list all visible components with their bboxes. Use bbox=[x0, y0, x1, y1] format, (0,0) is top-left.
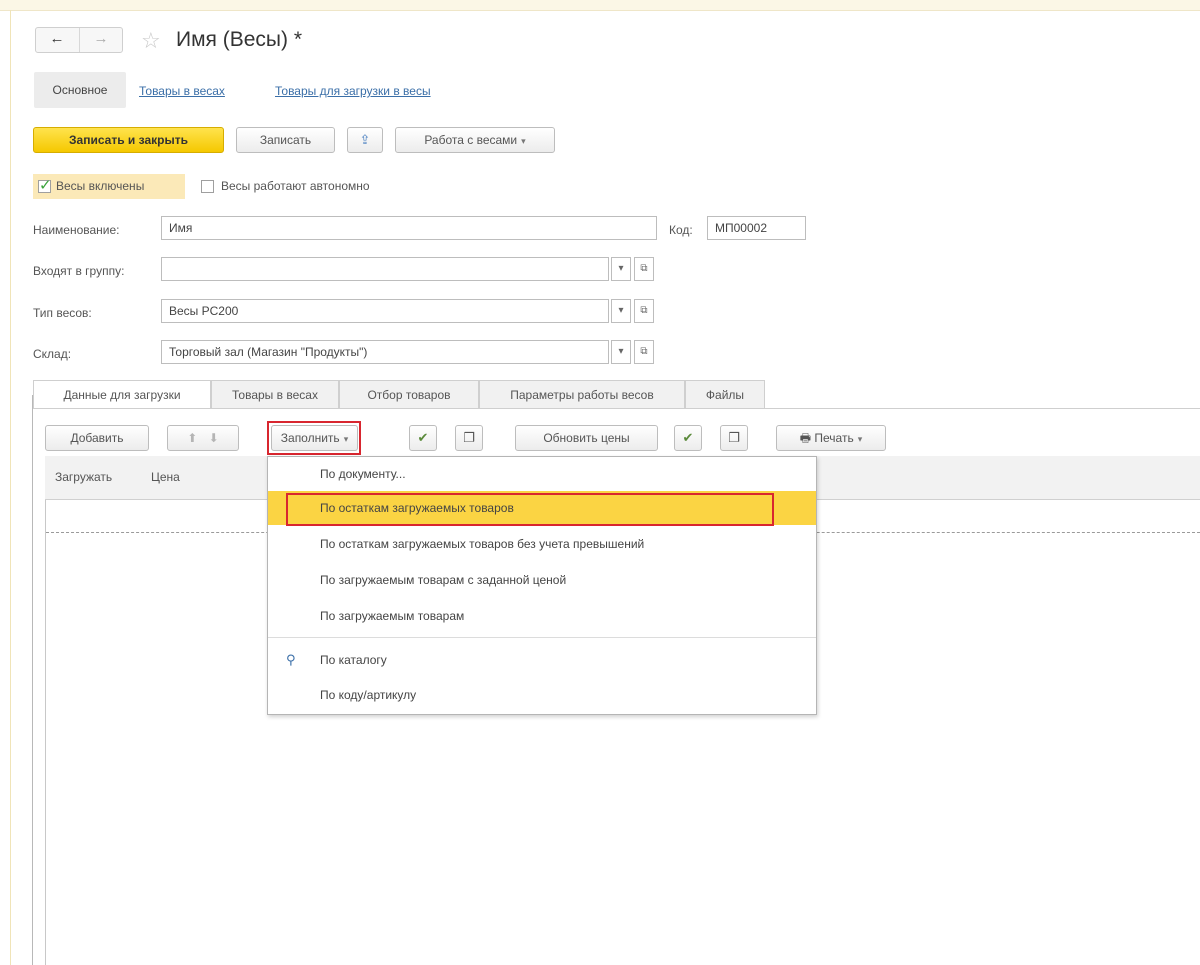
menu-item-by-loaded-goods[interactable]: По загружаемым товарам bbox=[268, 599, 816, 633]
group-dropdown-button[interactable]: ▾ bbox=[611, 257, 631, 281]
code-label: Код: bbox=[669, 223, 693, 237]
menu-item-annotation bbox=[286, 493, 774, 526]
tab-goods-selection[interactable]: Отбор товаров bbox=[339, 380, 479, 408]
search-icon: ⚲ bbox=[286, 652, 296, 667]
print-label: Печать bbox=[814, 431, 854, 445]
group-open-button[interactable]: ⧉ bbox=[634, 257, 654, 281]
window-left-edge bbox=[10, 10, 11, 965]
menu-item-by-goods-with-price[interactable]: По загружаемым товарам с заданной ценой bbox=[268, 563, 816, 597]
upload-icon: ⇪ bbox=[359, 132, 371, 147]
update-prices-button[interactable]: Обновить цены bbox=[515, 425, 658, 451]
arrow-right-icon: → bbox=[93, 30, 109, 47]
tab-main[interactable]: Основное bbox=[34, 72, 126, 108]
group-field[interactable] bbox=[161, 257, 609, 281]
scale-type-field[interactable]: Весы PC200 bbox=[161, 299, 609, 323]
tab-goods-in-scales-2[interactable]: Товары в весах bbox=[211, 380, 339, 408]
window-top-strip bbox=[0, 0, 1200, 11]
uncheck-all-button-2[interactable]: ❐ bbox=[720, 425, 748, 451]
check-all-button[interactable]: ✔ bbox=[409, 425, 437, 451]
group-label: Входят в группу: bbox=[33, 264, 125, 278]
fill-button-annotation bbox=[267, 421, 361, 455]
arrow-down-icon: ⬇ bbox=[208, 431, 219, 445]
checkmark-icon: ✓ bbox=[39, 177, 52, 194]
add-button[interactable]: Добавить bbox=[45, 425, 149, 451]
chevron-down-icon: ▾ bbox=[618, 305, 624, 316]
menu-item-by-catalog[interactable]: ⚲ По каталогу bbox=[268, 643, 816, 677]
open-window-icon: ⧉ bbox=[640, 263, 648, 274]
form-left-edge bbox=[32, 395, 33, 965]
menu-item-by-code[interactable]: По коду/артикулу bbox=[268, 678, 816, 712]
chevron-down-icon: ▾ bbox=[618, 263, 624, 274]
tab-goods-for-loading[interactable]: Товары для загрузки в весы bbox=[275, 84, 431, 98]
menu-item-by-catalog-label: По каталогу bbox=[320, 653, 387, 667]
forward-button[interactable]: → bbox=[79, 28, 122, 52]
copy-icon: ❐ bbox=[463, 430, 475, 445]
open-window-icon: ⧉ bbox=[640, 305, 648, 316]
scales-enabled-checkbox[interactable]: ✓ bbox=[38, 177, 52, 194]
chevron-down-icon: ▾ bbox=[618, 346, 624, 357]
check-all-icon: ✔ bbox=[682, 430, 694, 445]
page-title: Имя (Весы) * bbox=[176, 28, 303, 51]
scales-enabled-label: Весы включены bbox=[56, 179, 145, 193]
copy-icon: ❐ bbox=[728, 430, 740, 445]
warehouse-open-button[interactable]: ⧉ bbox=[634, 340, 654, 364]
tab-files[interactable]: Файлы bbox=[685, 380, 765, 408]
uncheck-all-button[interactable]: ❐ bbox=[455, 425, 483, 451]
scales-autonomous-label: Весы работают автономно bbox=[221, 179, 370, 193]
scale-type-open-button[interactable]: ⧉ bbox=[634, 299, 654, 323]
warehouse-label: Склад: bbox=[33, 347, 72, 361]
printer-icon: 🖶 bbox=[799, 431, 812, 445]
warehouse-dropdown-button[interactable]: ▾ bbox=[611, 340, 631, 364]
move-buttons[interactable]: ⬆ ⬇ bbox=[167, 425, 239, 451]
menu-item-by-document[interactable]: По документу... bbox=[268, 457, 816, 491]
upload-button[interactable]: ⇪ bbox=[347, 127, 383, 153]
arrow-left-icon: ← bbox=[49, 30, 65, 47]
chevron-down-icon: ▾ bbox=[857, 434, 863, 444]
save-button[interactable]: Записать bbox=[236, 127, 335, 153]
chevron-down-icon: ▾ bbox=[521, 136, 526, 146]
print-menu-button[interactable]: 🖶 Печать ▾ bbox=[776, 425, 886, 451]
open-window-icon: ⧉ bbox=[640, 346, 648, 357]
tab-load-data[interactable]: Данные для загрузки bbox=[33, 380, 211, 409]
save-and-close-button[interactable]: Записать и закрыть bbox=[33, 127, 224, 153]
name-field[interactable]: Имя bbox=[161, 216, 657, 240]
check-all-icon: ✔ bbox=[417, 430, 429, 445]
check-all-button-2[interactable]: ✔ bbox=[674, 425, 702, 451]
code-field[interactable]: МП00002 bbox=[707, 216, 806, 240]
scale-type-dropdown-button[interactable]: ▾ bbox=[611, 299, 631, 323]
tab-scale-parameters[interactable]: Параметры работы весов bbox=[479, 380, 685, 408]
column-header-price[interactable]: Цена bbox=[151, 470, 180, 484]
back-button[interactable]: ← bbox=[36, 28, 78, 52]
column-header-load[interactable]: Загружать bbox=[55, 470, 112, 484]
scales-work-label: Работа с весами bbox=[424, 133, 518, 147]
scales-work-menu-button[interactable]: Работа с весами ▾ bbox=[395, 127, 555, 153]
arrow-up-icon: ⬆ bbox=[187, 431, 198, 445]
scales-autonomous-checkbox[interactable] bbox=[201, 180, 214, 193]
warehouse-field[interactable]: Торговый зал (Магазин "Продукты") bbox=[161, 340, 609, 364]
scale-type-label: Тип весов: bbox=[33, 306, 92, 320]
tab-goods-in-scales[interactable]: Товары в весах bbox=[139, 84, 225, 98]
name-label: Наименование: bbox=[33, 223, 120, 237]
tabs-divider bbox=[33, 408, 1200, 409]
menu-item-by-balances-no-excess[interactable]: По остаткам загружаемых товаров без учет… bbox=[268, 527, 816, 561]
nav-buttons: ← → bbox=[35, 27, 123, 53]
menu-separator bbox=[268, 637, 816, 638]
favorite-star-icon[interactable]: ☆ bbox=[141, 28, 161, 54]
